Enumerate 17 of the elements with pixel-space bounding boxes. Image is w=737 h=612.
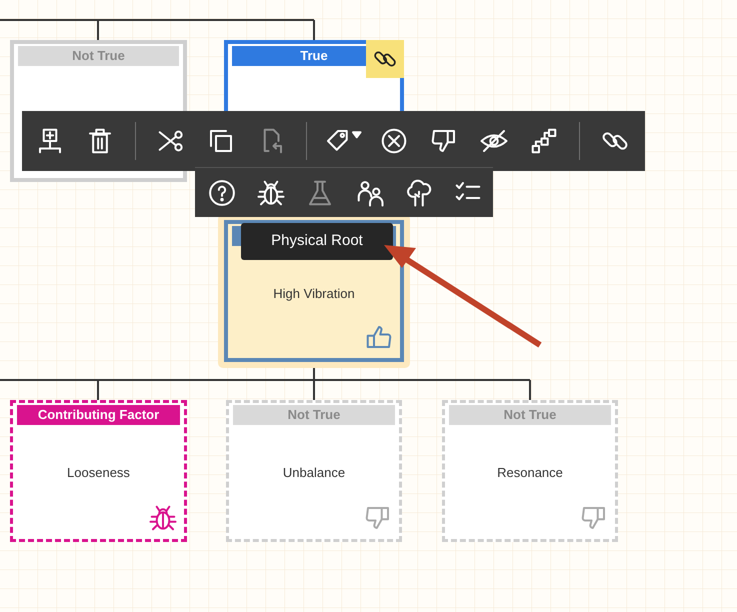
node-card[interactable]: Not True Unbalance	[226, 400, 402, 542]
status-label: Not True	[449, 405, 611, 425]
close-circle-icon	[379, 126, 409, 156]
help-icon	[206, 178, 237, 208]
link-badge[interactable]	[366, 40, 404, 78]
status-label: Not True	[18, 46, 179, 66]
status-label: Not True	[233, 405, 395, 425]
node-card[interactable]: Contributing Factor Looseness	[10, 400, 187, 542]
hierarchy-icon	[529, 126, 559, 156]
bug-icon	[256, 178, 286, 208]
node-label: Looseness	[66, 464, 131, 482]
status-label: Contributing Factor	[17, 405, 180, 425]
tooltip: Physical Root	[241, 223, 393, 260]
node-card[interactable]: Not True Resonance	[442, 400, 618, 542]
node-label: High Vibration	[272, 285, 356, 303]
node-label: Unbalance	[282, 464, 346, 482]
node-label: Resonance	[496, 464, 564, 482]
